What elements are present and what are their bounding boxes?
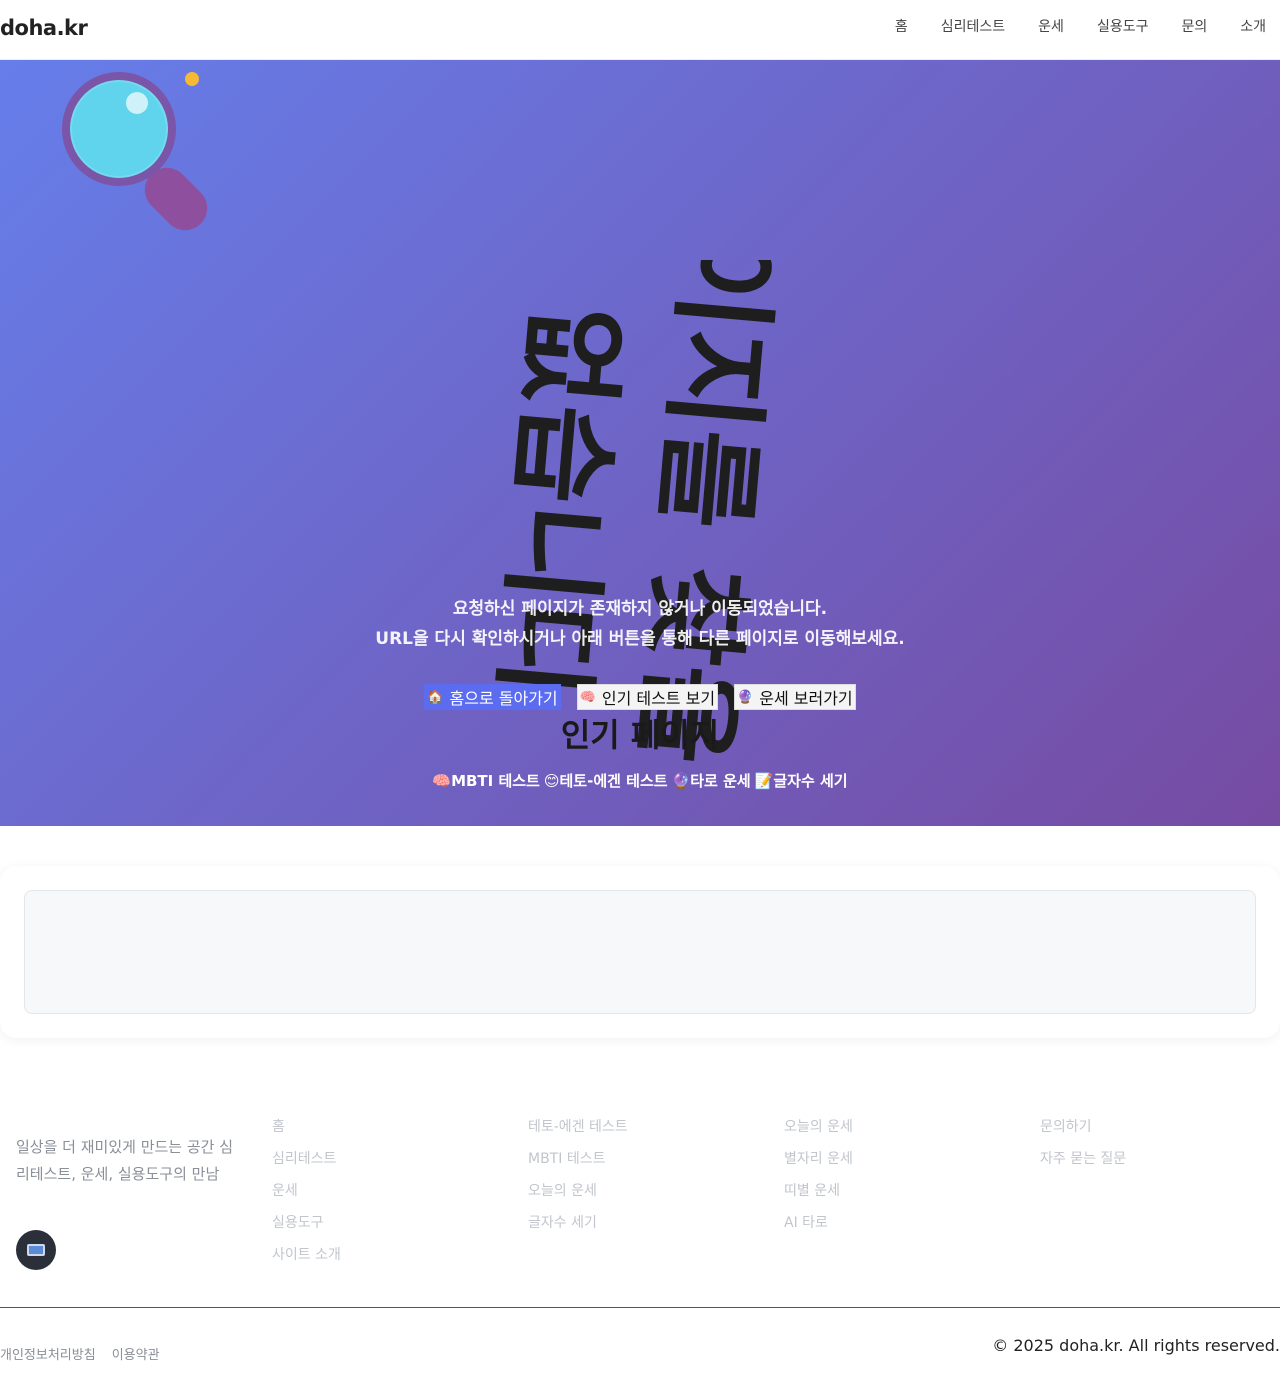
footer-column-support: 문의하기 자주 묻는 질문 (1040, 1118, 1126, 1169)
footer-link[interactable]: 오늘의 운세 (784, 1118, 853, 1137)
error-description: 요청하신 페이지가 존재하지 않거나 이동되었습니다. URL을 다시 확인하시… (0, 594, 1280, 654)
ad-slot (24, 890, 1256, 1014)
popular-link-teto-egen[interactable]: 😊테토-에겐 테스트 (544, 770, 668, 791)
dizzy-face-icon (185, 72, 199, 86)
ad-card (0, 866, 1280, 1038)
footer-link[interactable]: 심리테스트 (272, 1150, 341, 1169)
memo-icon: 📝 (754, 772, 774, 790)
fortune-label: 운세 보러가기 (759, 689, 853, 708)
nav-item-about[interactable]: 소개 (1240, 16, 1266, 36)
footer-link[interactable]: 운세 (272, 1182, 341, 1201)
nav-item-psych-tests[interactable]: 심리테스트 (941, 16, 1005, 36)
footer-tagline: 일상을 더 재미있게 만드는 공간 심리테스트, 운세, 실용도구의 만남 (16, 1138, 234, 1183)
footer-column-main: 홈 심리테스트 운세 실용도구 사이트 소개 (272, 1118, 341, 1265)
popular-link-tarot[interactable]: 🔮타로 운세 (672, 770, 751, 791)
privacy-policy-link[interactable]: 개인정보처리방침 (0, 1344, 96, 1363)
legal-links: 개인정보처리방침 이용약관 (0, 1344, 160, 1363)
smile-icon: 😊 (543, 772, 560, 790)
magnifier-icon (60, 68, 220, 240)
site-header: doha.kr 홈 심리테스트 운세 실용도구 문의 소개 (0, 0, 1280, 60)
footer-link[interactable]: 별자리 운세 (784, 1150, 853, 1169)
footer-link[interactable]: 실용도구 (272, 1214, 341, 1233)
footer-link[interactable]: 띠별 운세 (784, 1182, 853, 1201)
mail-icon (27, 1244, 45, 1256)
go-home-label: 홈으로 돌아가기 (449, 689, 558, 708)
crystal-ball-icon: 🔮 (737, 689, 754, 705)
footer-column-tests: 테토-에겐 테스트 MBTI 테스트 오늘의 운세 글자수 세기 (528, 1118, 628, 1233)
footer-link[interactable]: 테토-에겐 테스트 (528, 1118, 628, 1137)
popular-link-mbti[interactable]: 🧠MBTI 테스트 (432, 770, 539, 791)
brain-icon: 🧠 (432, 772, 452, 790)
main-nav: 홈 심리테스트 운세 실용도구 문의 소개 (895, 16, 1266, 36)
brain-icon: 🧠 (579, 689, 596, 705)
footer-link[interactable]: 오늘의 운세 (528, 1182, 628, 1201)
footer-link[interactable]: 문의하기 (1040, 1118, 1126, 1137)
popular-pages-links: 🧠MBTI 테스트 😊테토-에겐 테스트 🔮타로 운세 📝글자수 세기 (0, 770, 1280, 791)
footer-divider (0, 1307, 1280, 1308)
house-icon: 🏠 (427, 689, 444, 705)
nav-item-contact[interactable]: 문의 (1181, 16, 1207, 36)
action-buttons: 🏠 홈으로 돌아가기 🧠 인기 테스트 보기 🔮 운세 보러가기 (0, 684, 1280, 710)
footer-column-fortune: 오늘의 운세 별자리 운세 띠별 운세 AI 타로 (784, 1118, 853, 1233)
footer-link[interactable]: 홈 (272, 1118, 341, 1137)
footer-link[interactable]: 자주 묻는 질문 (1040, 1150, 1126, 1169)
footer-link[interactable]: MBTI 테스트 (528, 1150, 628, 1169)
copyright: © 2025 doha.kr. All rights reserved. (992, 1336, 1280, 1355)
nav-item-fortune[interactable]: 운세 (1038, 16, 1064, 36)
terms-link[interactable]: 이용약관 (112, 1344, 160, 1363)
footer-link[interactable]: AI 타로 (784, 1214, 853, 1233)
popular-link-char-count[interactable]: 📝글자수 세기 (755, 770, 848, 791)
nav-item-home[interactable]: 홈 (895, 16, 908, 36)
crystal-ball-icon: 🔮 (671, 772, 691, 790)
fortune-button[interactable]: 🔮 운세 보러가기 (734, 684, 856, 710)
footer-link[interactable]: 사이트 소개 (272, 1246, 341, 1265)
go-home-button[interactable]: 🏠 홈으로 돌아가기 (424, 684, 561, 710)
social-icon-button[interactable] (16, 1230, 56, 1270)
error-description-line-1: 요청하신 페이지가 존재하지 않거나 이동되었습니다. (452, 599, 828, 619)
nav-item-tools[interactable]: 실용도구 (1097, 16, 1149, 36)
site-logo[interactable]: doha.kr (0, 16, 88, 40)
footer-link[interactable]: 글자수 세기 (528, 1214, 628, 1233)
popular-tests-label: 인기 테스트 보기 (601, 689, 716, 708)
popular-tests-button[interactable]: 🧠 인기 테스트 보기 (576, 684, 719, 710)
error-description-line-2: URL을 다시 확인하시거나 아래 버튼을 통해 다른 페이지로 이동해보세요. (375, 629, 905, 649)
not-found-hero: 페이지를 찾을 수 없습니다 요청하신 페이지가 존재하지 않거나 이동되었습니… (0, 60, 1280, 826)
popular-pages-title: 인기 페이지 (560, 716, 720, 754)
